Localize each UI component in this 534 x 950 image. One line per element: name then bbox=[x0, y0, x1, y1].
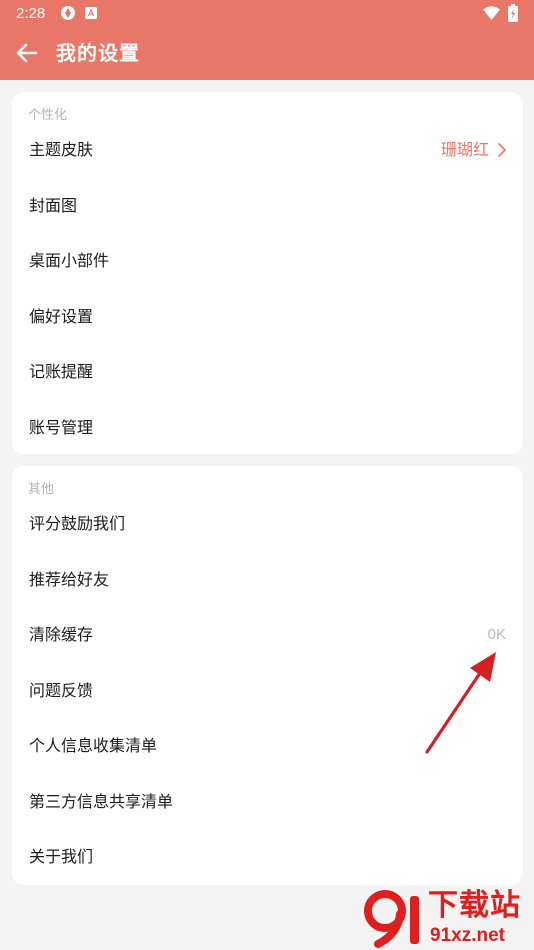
settings-item-label: 推荐给好友 bbox=[29, 570, 110, 589]
watermark-url: 91xz.net bbox=[430, 925, 505, 946]
arrow-left-icon[interactable] bbox=[14, 40, 40, 66]
settings-item-label: 第三方信息共享清单 bbox=[29, 792, 174, 811]
settings-item-recommend-to-friend[interactable]: 推荐给好友 bbox=[12, 552, 523, 608]
settings-item-label: 问题反馈 bbox=[29, 681, 94, 700]
section-header: 其他 bbox=[28, 482, 55, 497]
a-icon: A bbox=[85, 7, 97, 19]
settings-item-label: 主题皮肤 bbox=[29, 140, 94, 159]
status-time: 2:28 bbox=[16, 5, 46, 22]
settings-item-label: 封面图 bbox=[29, 196, 78, 215]
settings-item-label: 评分鼓励我们 bbox=[29, 514, 126, 533]
settings-item-bookkeeping-reminder[interactable]: 记账提醒 bbox=[12, 344, 523, 400]
annotation-arrow-icon bbox=[425, 652, 496, 754]
watermark-text: 下载站 bbox=[428, 888, 521, 923]
settings-item-rate-us[interactable]: 评分鼓励我们 bbox=[12, 496, 523, 552]
settings-item-preferences[interactable]: 偏好设置 bbox=[12, 289, 523, 345]
settings-item-label: 偏好设置 bbox=[29, 307, 94, 326]
settings-item-third-party-sharing-list[interactable]: 第三方信息共享清单 bbox=[12, 774, 523, 830]
settings-item-label: 桌面小部件 bbox=[29, 251, 110, 270]
settings-item-label: 账号管理 bbox=[29, 418, 94, 437]
settings-item-theme-skin[interactable]: 主题皮肤 珊瑚红 bbox=[12, 122, 523, 178]
watermark-logo-icon bbox=[364, 890, 419, 948]
settings-item-label: 个人信息收集清单 bbox=[29, 736, 158, 755]
battery-icon bbox=[508, 4, 518, 22]
section-header: 个性化 bbox=[28, 108, 68, 123]
status-bar: 2:28 A bbox=[0, 0, 534, 28]
wifi-icon bbox=[483, 6, 500, 20]
app-bar: 我的设置 bbox=[0, 28, 534, 80]
settings-item-account-management[interactable]: 账号管理 bbox=[12, 400, 523, 456]
chevron-right-icon bbox=[498, 143, 506, 157]
sync-icon bbox=[61, 6, 75, 20]
settings-item-label: 关于我们 bbox=[29, 847, 94, 866]
settings-item-desktop-widget[interactable]: 桌面小部件 bbox=[12, 233, 523, 289]
theme-value: 珊瑚红 bbox=[440, 140, 489, 159]
settings-item-label: 记账提醒 bbox=[29, 362, 94, 381]
settings-item-label: 清除缓存 bbox=[29, 625, 94, 644]
watermark: 下载站 91xz.net bbox=[362, 888, 534, 950]
settings-item-about-us[interactable]: 关于我们 bbox=[12, 829, 523, 885]
page-title: 我的设置 bbox=[56, 41, 140, 65]
section-personalization: 个性化 主题皮肤 珊瑚红 封面图 桌面小部件 偏好设置 记账提醒 账号管理 bbox=[12, 92, 523, 454]
settings-item-cover-image[interactable]: 封面图 bbox=[12, 178, 523, 234]
